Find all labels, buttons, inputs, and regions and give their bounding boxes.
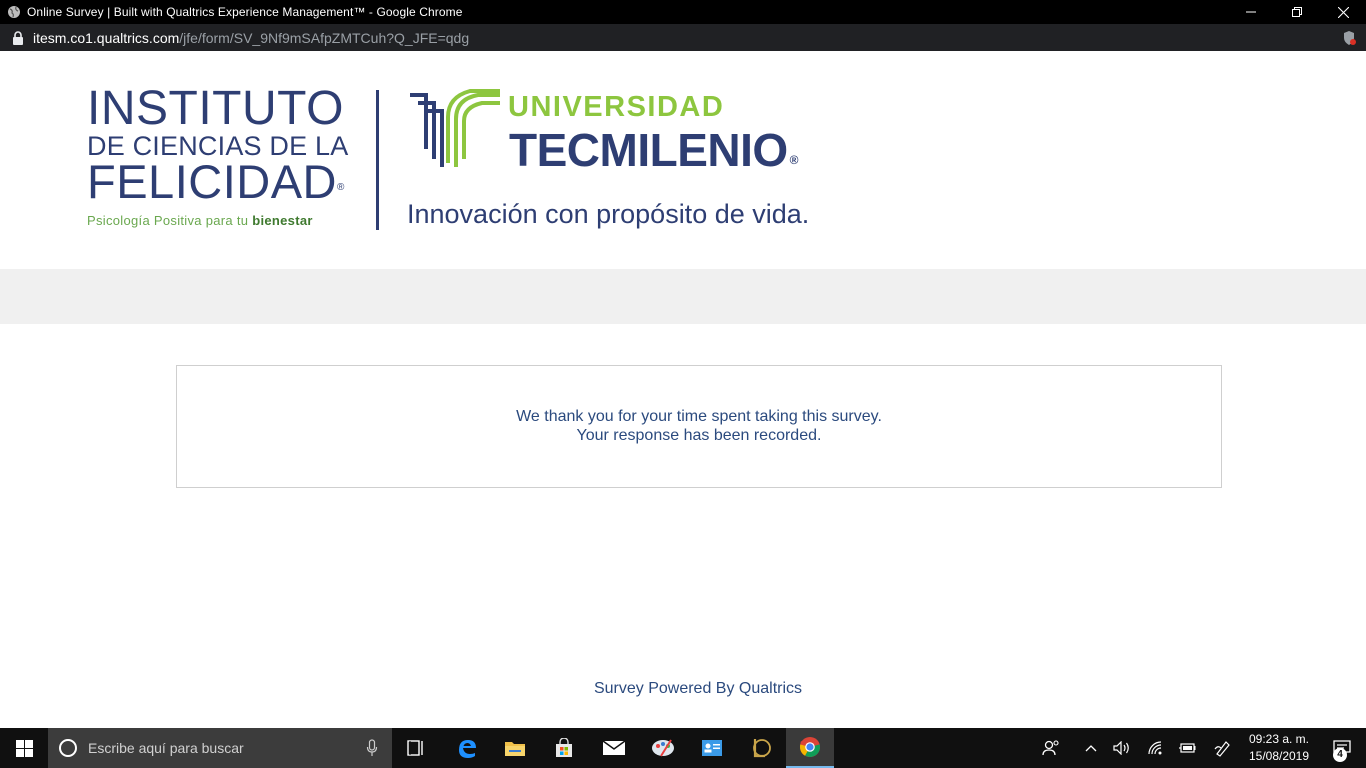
lock-icon[interactable] — [12, 30, 24, 45]
store-bag-icon — [556, 738, 572, 757]
taskbar-contact-card[interactable] — [688, 728, 736, 768]
window-titlebar: Online Survey | Built with Qualtrics Exp… — [0, 0, 1366, 24]
taskbar-store[interactable] — [540, 728, 588, 768]
tray-battery[interactable] — [1174, 728, 1200, 768]
icf-logo-line3: FELICIDAD® — [87, 158, 348, 209]
mail-icon — [602, 740, 626, 755]
icf-registered-mark: ® — [337, 182, 345, 193]
edge-icon — [459, 740, 476, 758]
address-bar[interactable]: itesm.co1.qualtrics.com/jfe/form/SV_9Nf9… — [0, 24, 1366, 51]
icf-tagline-text: Psicología Positiva para tu — [87, 213, 253, 228]
windows-logo-icon — [15, 739, 33, 757]
restore-button[interactable] — [1274, 0, 1320, 24]
taskbar-paint-3d[interactable] — [639, 728, 687, 768]
tray-pen[interactable] — [1210, 728, 1236, 768]
cortana-icon — [59, 739, 77, 757]
tecmilenio-registered-mark: ® — [789, 153, 799, 167]
extension-shield-icon[interactable] — [1342, 30, 1356, 46]
minimize-icon — [1246, 11, 1256, 13]
logo-divider — [376, 90, 379, 230]
task-view-button[interactable] — [392, 728, 440, 768]
globe-icon — [8, 6, 20, 18]
icf-tagline: Psicología Positiva para tu bienestar — [87, 211, 348, 231]
icf-logo-line1: INSTITUTO — [87, 82, 344, 135]
tecmilenio-emblem-icon — [410, 89, 500, 167]
tray-show-hidden[interactable] — [1080, 728, 1102, 768]
start-button[interactable] — [0, 728, 48, 768]
window-title: Online Survey | Built with Qualtrics Exp… — [27, 5, 463, 19]
tecmilenio-name: TECMILENIO ® — [509, 123, 799, 177]
powered-by-link[interactable]: Survey Powered By Qualtrics — [0, 680, 1366, 698]
taskbar-search-box[interactable]: Escribe aquí para buscar — [48, 728, 392, 768]
folder-icon — [505, 742, 525, 756]
wifi-icon — [1148, 741, 1162, 755]
icf-tagline-bold: bienestar — [252, 213, 313, 228]
restore-icon — [1292, 7, 1302, 17]
thanks-line-1: We thank you for your time spent taking … — [516, 408, 882, 425]
header-band — [0, 269, 1366, 324]
chrome-icon — [799, 737, 821, 758]
taskbar: Escribe aquí para buscar 09:23 a. m. 15/… — [0, 728, 1366, 768]
survey-header: INSTITUTO DE CIENCIAS DE LA FELICIDAD® P… — [0, 51, 1366, 269]
icf-logo: INSTITUTO DE CIENCIAS DE LA FELICIDAD® P… — [87, 82, 348, 231]
taskbar-edge[interactable] — [443, 728, 491, 768]
tecmilenio-name-text: TECMILENIO — [509, 124, 788, 176]
url-path: /jfe/form/SV_9Nf9mSAfpZMTCuh?Q_JFE=qdg — [179, 29, 470, 46]
thanks-line-2: Your response has been recorded. — [576, 427, 822, 444]
taskbar-clock[interactable]: 09:23 a. m. 15/08/2019 — [1240, 731, 1318, 765]
taskbar-league-of-legends[interactable] — [737, 728, 785, 768]
tray-people[interactable] — [1036, 728, 1066, 768]
taskbar-search-placeholder: Escribe aquí para buscar — [88, 740, 244, 756]
url-host: itesm.co1.qualtrics.com — [33, 29, 180, 46]
clock-date: 15/08/2019 — [1248, 749, 1310, 763]
window-controls — [1228, 0, 1366, 24]
taskbar-chrome[interactable] — [786, 728, 834, 768]
microphone-icon[interactable] — [366, 739, 378, 757]
tecmilenio-universidad: UNIVERSIDAD — [508, 91, 725, 123]
close-button[interactable] — [1320, 0, 1366, 24]
close-icon — [1337, 6, 1349, 18]
league-of-legends-icon — [753, 739, 771, 758]
survey-page: INSTITUTO DE CIENCIAS DE LA FELICIDAD® P… — [0, 51, 1366, 728]
chevron-up-icon — [1085, 745, 1097, 752]
end-of-survey-message: We thank you for your time spent taking … — [176, 365, 1222, 488]
contact-card-icon — [702, 740, 722, 756]
notification-count-badge: 4 — [1333, 748, 1347, 762]
tray-network[interactable] — [1144, 728, 1168, 768]
tray-volume[interactable] — [1110, 728, 1134, 768]
minimize-button[interactable] — [1228, 0, 1274, 24]
clock-time: 09:23 a. m. — [1248, 732, 1310, 746]
taskbar-file-explorer[interactable] — [491, 728, 539, 768]
tecmilenio-slogan: Innovación con propósito de vida. — [407, 199, 810, 229]
people-icon — [1042, 740, 1059, 756]
pen-workspace-icon — [1214, 741, 1230, 757]
icf-logo-felicidad: FELICIDAD — [87, 155, 337, 208]
taskbar-mail[interactable] — [590, 728, 638, 768]
url-text[interactable]: itesm.co1.qualtrics.com/jfe/form/SV_9Nf9… — [33, 30, 469, 46]
volume-icon — [1113, 741, 1129, 755]
battery-charging-icon — [1179, 743, 1196, 753]
paint-palette-icon — [652, 739, 674, 757]
task-view-icon — [407, 740, 423, 756]
